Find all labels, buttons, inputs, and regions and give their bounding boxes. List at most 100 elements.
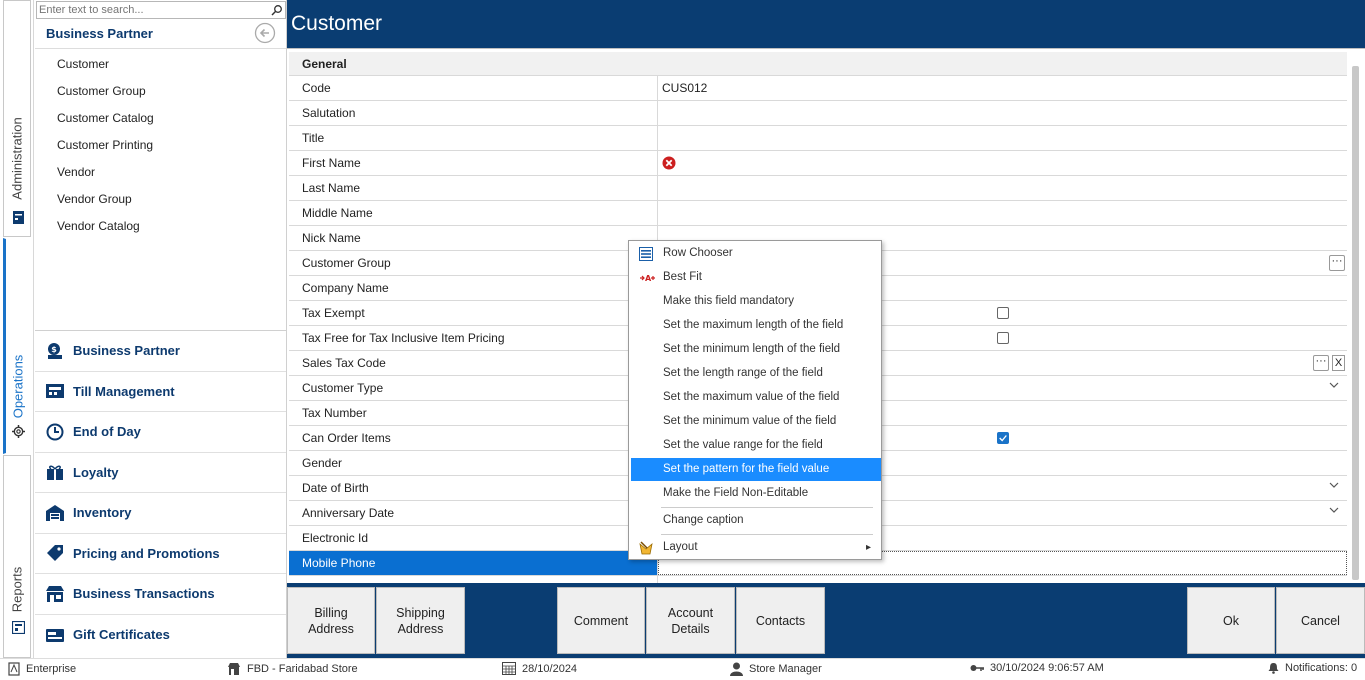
menu-item-min-value[interactable]: Set the minimum value of the field: [631, 410, 881, 433]
gift-icon: [47, 465, 63, 481]
notifications-label: Notifications: 0: [1285, 662, 1358, 674]
menu-item-change-caption[interactable]: Change caption: [631, 509, 881, 532]
tax-exempt-checkbox[interactable]: [997, 307, 1009, 319]
grid-row-title[interactable]: Title: [289, 126, 1347, 151]
ok-button[interactable]: Ok: [1187, 587, 1275, 654]
vertical-scrollbar[interactable]: [1352, 66, 1359, 580]
grid-row-middle-name[interactable]: Middle Name: [289, 201, 1347, 226]
module-gift-certificates[interactable]: Gift Certificates: [35, 615, 286, 656]
code-field[interactable]: CUS012: [658, 76, 1347, 100]
shipping-address-button[interactable]: Shipping Address: [376, 587, 465, 654]
tab-operations[interactable]: Operations: [3, 238, 31, 454]
chevron-down-icon[interactable]: [1329, 380, 1339, 390]
ellipsis-button[interactable]: ···: [1329, 255, 1345, 271]
scrollbar-thumb[interactable]: [1352, 66, 1359, 580]
grid-row-salutation[interactable]: Salutation: [289, 101, 1347, 126]
submenu-item-customer-printing[interactable]: Customer Printing: [35, 132, 286, 159]
module-label: Loyalty: [73, 464, 119, 480]
ellipsis-button[interactable]: ···: [1313, 355, 1329, 371]
module-label: Till Management: [73, 383, 175, 399]
cancel-button[interactable]: Cancel: [1276, 587, 1365, 654]
status-notifications[interactable]: Notifications: 0: [1268, 662, 1357, 674]
layout-icon: [639, 541, 653, 555]
group-header-general[interactable]: General: [289, 52, 1347, 76]
module-pricing-promotions[interactable]: Pricing and Promotions: [35, 534, 286, 574]
submenu-item-vendor[interactable]: Vendor: [35, 159, 286, 186]
menu-item-make-mandatory[interactable]: Make this field mandatory: [631, 290, 881, 313]
status-user: Store Manager: [730, 662, 822, 676]
edition-icon: [8, 662, 20, 676]
grid-row-code[interactable]: Code CUS012: [289, 76, 1347, 101]
field-label: Anniversary Date: [289, 501, 658, 525]
clear-button[interactable]: X: [1332, 355, 1345, 371]
field-label: [289, 576, 658, 583]
module-loyalty[interactable]: Loyalty: [35, 453, 286, 493]
check-icon: [999, 435, 1007, 442]
module-inventory[interactable]: Inventory: [35, 493, 286, 534]
timestamp-label: 30/10/2024 9:06:57 AM: [990, 662, 1104, 674]
salutation-field[interactable]: [658, 101, 1347, 125]
error-icon: [662, 156, 676, 170]
contacts-button[interactable]: Contacts: [736, 587, 825, 654]
search-icon[interactable]: [271, 4, 283, 16]
module-business-transactions[interactable]: Business Transactions: [35, 574, 286, 615]
submenu-item-customer[interactable]: Customer: [35, 51, 286, 78]
can-order-items-checkbox[interactable]: [997, 432, 1009, 444]
tab-administration[interactable]: Administration: [3, 0, 31, 237]
search-input[interactable]: [37, 2, 265, 18]
module-label: Business Partner: [73, 343, 180, 359]
status-store: FBD - Faridabad Store: [227, 662, 358, 675]
submenu-item-customer-group[interactable]: Customer Group: [35, 78, 286, 105]
menu-item-layout[interactable]: Layout ▸: [631, 536, 881, 559]
field-label: Tax Number: [289, 401, 658, 425]
chevron-down-icon[interactable]: [1329, 480, 1339, 490]
field-label: Last Name: [289, 176, 658, 200]
menu-item-pattern[interactable]: Set the pattern for the field value: [631, 458, 881, 481]
grid-row-first-name[interactable]: First Name: [289, 151, 1347, 176]
store-label: FBD - Faridabad Store: [247, 662, 358, 675]
tab-reports[interactable]: Reports: [3, 455, 31, 658]
chevron-down-icon[interactable]: [1329, 505, 1339, 515]
partial-field: [658, 576, 1347, 583]
menu-item-max-length[interactable]: Set the maximum length of the field: [631, 314, 881, 337]
module-label: Gift Certificates: [73, 627, 170, 643]
store-icon: [228, 663, 240, 675]
row-chooser-icon: [639, 247, 653, 261]
menu-item-max-value[interactable]: Set the maximum value of the field: [631, 386, 881, 409]
middle-name-field[interactable]: [658, 201, 1347, 225]
account-details-button[interactable]: Account Details: [646, 587, 735, 654]
first-name-field[interactable]: [658, 151, 1347, 175]
module-business-partner[interactable]: $ Business Partner: [35, 331, 286, 372]
menu-item-row-chooser[interactable]: Row Chooser: [631, 242, 881, 265]
field-label: Tax Free for Tax Inclusive Item Pricing: [289, 326, 658, 350]
grid-row-partial: [289, 576, 1347, 583]
menu-item-min-length[interactable]: Set the minimum length of the field: [631, 338, 881, 361]
bottom-button-bar: Billing Address Shipping Address Comment A…: [287, 583, 1365, 658]
best-fit-icon: A: [640, 274, 655, 283]
submenu-item-vendor-group[interactable]: Vendor Group: [35, 186, 286, 213]
module-till-management[interactable]: Till Management: [35, 372, 286, 412]
module-label: Pricing and Promotions: [73, 545, 220, 561]
edition-label: Enterprise: [26, 663, 77, 675]
grid-row-last-name[interactable]: Last Name: [289, 176, 1347, 201]
submenu-item-customer-catalog[interactable]: Customer Catalog: [35, 105, 286, 132]
comment-button[interactable]: Comment: [557, 587, 645, 654]
title-field[interactable]: [658, 126, 1347, 150]
module-label: Inventory: [73, 505, 132, 521]
field-label: Mobile Phone: [289, 551, 658, 575]
store-icon: [46, 585, 64, 602]
last-name-field[interactable]: [658, 176, 1347, 200]
menu-item-non-editable[interactable]: Make the Field Non-Editable: [631, 482, 881, 505]
tax-free-checkbox[interactable]: [997, 332, 1009, 344]
tag-icon: [47, 545, 63, 562]
user-icon: [730, 662, 743, 676]
billing-address-button[interactable]: Billing Address: [287, 587, 375, 654]
back-arrow-icon[interactable]: [254, 22, 276, 44]
module-end-of-day[interactable]: End of Day: [35, 412, 286, 453]
menu-item-length-range[interactable]: Set the length range of the field: [631, 362, 881, 385]
submenu-item-vendor-catalog[interactable]: Vendor Catalog: [35, 213, 286, 240]
menu-item-value-range[interactable]: Set the value range for the field: [631, 434, 881, 457]
menu-item-label: Layout: [663, 541, 698, 553]
menu-item-best-fit[interactable]: A Best Fit: [631, 266, 881, 289]
menu-item-label: Row Chooser: [663, 247, 733, 259]
